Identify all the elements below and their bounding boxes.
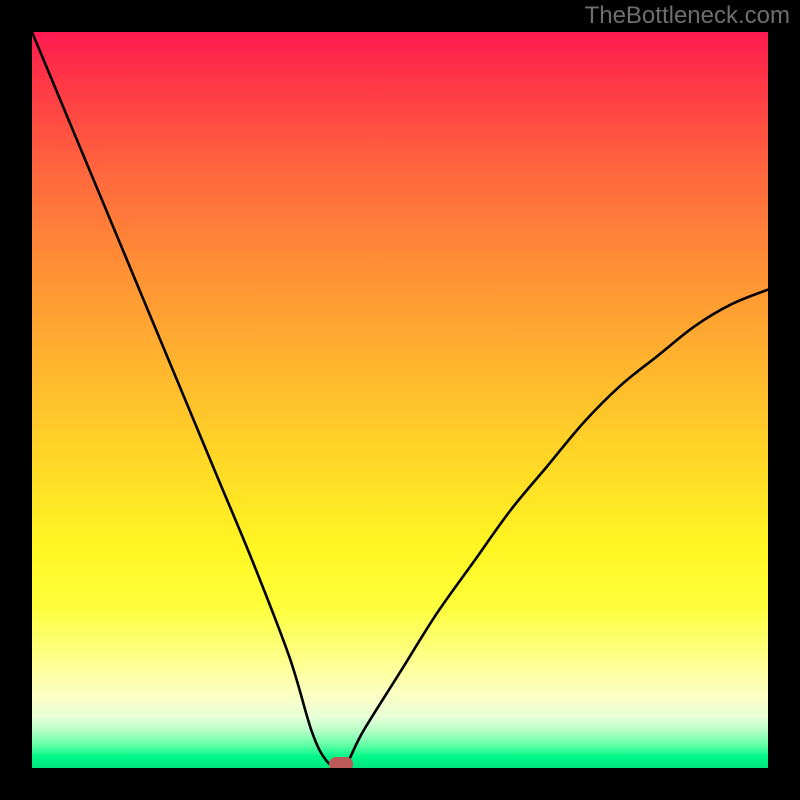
chart-frame: TheBottleneck.com (0, 0, 800, 800)
optimal-marker-icon (329, 757, 353, 768)
plot-area (32, 32, 768, 768)
bottleneck-curve (32, 32, 768, 768)
watermark-label: TheBottleneck.com (585, 2, 790, 30)
